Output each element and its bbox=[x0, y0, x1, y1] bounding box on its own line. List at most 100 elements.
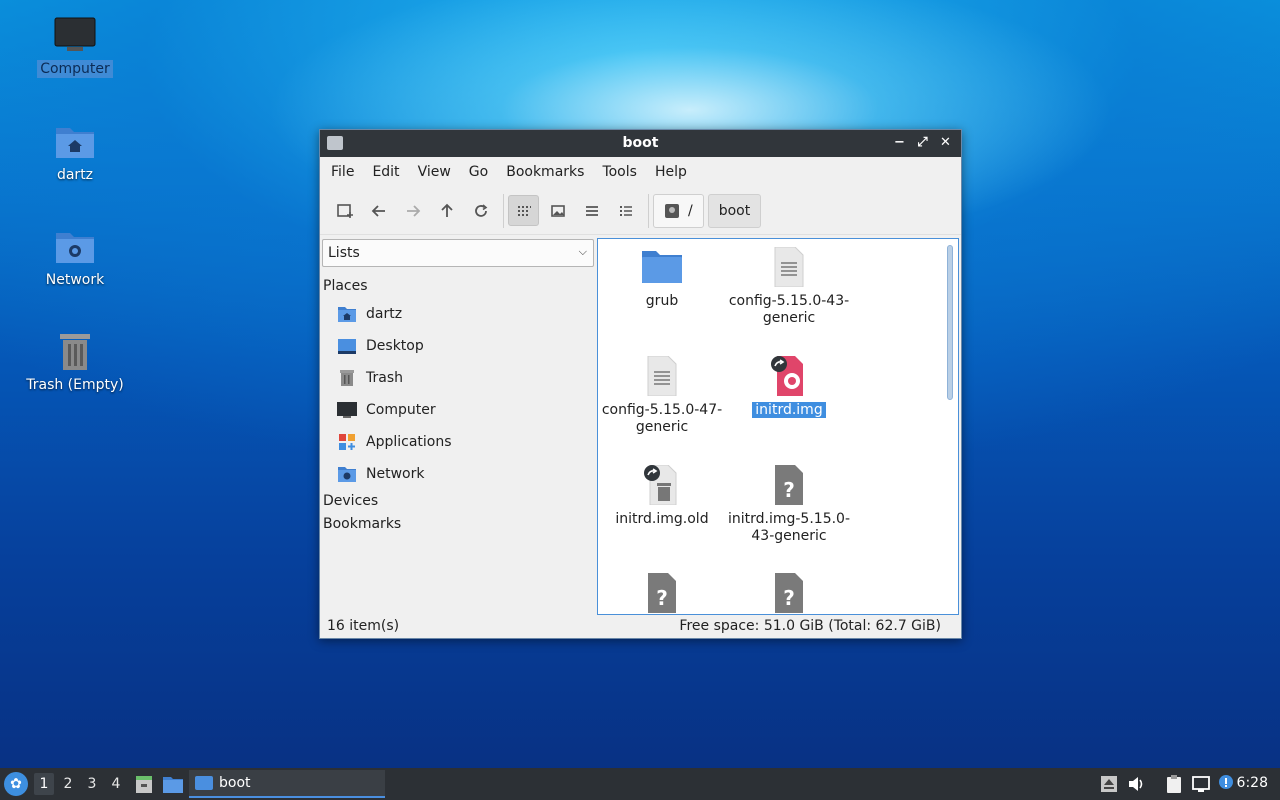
sidebar-item-label: dartz bbox=[366, 306, 403, 322]
bookmarks-header[interactable]: Bookmarks bbox=[323, 516, 401, 532]
sidebar-item-network[interactable]: Network bbox=[337, 462, 424, 486]
file-item-config-47[interactable]: config-5.15.0-47- generic bbox=[600, 356, 724, 436]
sidebar-item-label: Network bbox=[366, 466, 425, 482]
image-icon bbox=[550, 204, 565, 217]
back-button[interactable] bbox=[363, 195, 394, 226]
notification-icon[interactable] bbox=[1216, 774, 1236, 794]
menu-bar: File Edit View Go Bookmarks Tools Help bbox=[320, 157, 961, 187]
up-button[interactable] bbox=[431, 195, 462, 226]
devices-header[interactable]: Devices bbox=[323, 493, 378, 509]
vertical-scrollbar[interactable] bbox=[944, 242, 956, 610]
file-icon-view[interactable]: grub config-5.15.0-43- generic config-5.… bbox=[597, 238, 959, 615]
side-pane-mode-select[interactable]: Lists ⌵ bbox=[322, 239, 594, 267]
icon-view-button[interactable] bbox=[508, 195, 539, 226]
menu-edit[interactable]: Edit bbox=[365, 164, 406, 180]
folder-launcher-icon[interactable] bbox=[162, 774, 184, 794]
file-item-initrd-img-43[interactable]: ? initrd.img-5.15.0- 43-generic bbox=[727, 465, 851, 545]
file-item-partial[interactable]: ? bbox=[727, 573, 851, 614]
svg-text:?: ? bbox=[783, 478, 795, 502]
drive-icon bbox=[665, 203, 679, 218]
text-file-icon bbox=[774, 247, 804, 287]
desktop-icon-dartz[interactable]: dartz bbox=[20, 122, 130, 184]
file-item-grub[interactable]: grub bbox=[600, 247, 724, 310]
scrollbar-thumb[interactable] bbox=[947, 245, 953, 400]
thumbnail-view-button[interactable] bbox=[542, 195, 573, 226]
sidebar-item-label: Desktop bbox=[366, 338, 424, 354]
toolbar-separator bbox=[648, 193, 649, 228]
file-item-initrd-img-old[interactable]: initrd.img.old bbox=[600, 465, 724, 528]
desktop-icon-label: Computer bbox=[37, 60, 113, 78]
desktop-folder-icon bbox=[338, 339, 356, 354]
toolbar-separator bbox=[503, 193, 504, 228]
trash-icon bbox=[60, 334, 90, 370]
file-item-partial[interactable]: ? bbox=[600, 573, 724, 614]
desktop-icon-network[interactable]: Network bbox=[20, 227, 130, 289]
clipboard-icon[interactable] bbox=[1164, 774, 1184, 794]
sidebar-item-dartz[interactable]: dartz bbox=[337, 302, 402, 326]
detailed-view-button[interactable] bbox=[610, 195, 641, 226]
close-button[interactable]: ✕ bbox=[936, 133, 955, 152]
workspace-1[interactable]: 1 bbox=[34, 773, 54, 795]
compact-view-button[interactable] bbox=[576, 195, 607, 226]
workspace-4[interactable]: 4 bbox=[106, 773, 126, 795]
applications-icon bbox=[339, 434, 355, 450]
new-tab-button[interactable] bbox=[329, 195, 360, 226]
arrow-left-icon bbox=[371, 204, 385, 217]
taskbar-task-boot[interactable]: boot bbox=[189, 770, 385, 798]
menu-view[interactable]: View bbox=[411, 164, 458, 180]
trash-icon bbox=[340, 370, 354, 386]
sidebar-item-computer[interactable]: Computer bbox=[337, 398, 436, 422]
places-header[interactable]: Places bbox=[323, 278, 368, 294]
network-connection-icon[interactable] bbox=[1191, 774, 1211, 794]
trash-file-symlink-icon bbox=[644, 465, 677, 505]
path-root-button[interactable]: / bbox=[653, 193, 704, 228]
computer-icon bbox=[54, 17, 96, 51]
arrow-right-icon bbox=[406, 204, 420, 217]
menu-tools[interactable]: Tools bbox=[595, 164, 644, 180]
path-current-label: boot bbox=[718, 202, 751, 219]
file-item-initrd-img[interactable]: initrd.img bbox=[727, 356, 851, 419]
workspace-2[interactable]: 2 bbox=[58, 773, 78, 795]
reload-button[interactable] bbox=[465, 195, 496, 226]
file-name: grub bbox=[645, 293, 679, 309]
svg-text:?: ? bbox=[783, 586, 795, 610]
side-pane: Lists ⌵ Places dartz Desktop Trash Compu… bbox=[320, 236, 596, 616]
unknown-file-icon: ? bbox=[775, 573, 803, 613]
taskbar-task-label: boot bbox=[219, 775, 251, 791]
item-count: 16 item(s) bbox=[327, 618, 400, 634]
chevron-down-icon: ⌵ bbox=[578, 245, 587, 258]
minimize-button[interactable]: − bbox=[890, 133, 909, 152]
start-menu-button[interactable]: ✿ bbox=[4, 772, 28, 796]
text-file-icon bbox=[647, 356, 677, 396]
sidebar-item-desktop[interactable]: Desktop bbox=[337, 334, 424, 358]
file-archive-launcher-icon[interactable] bbox=[134, 773, 154, 795]
menu-file[interactable]: File bbox=[324, 164, 361, 180]
path-current-button[interactable]: boot bbox=[707, 193, 762, 228]
menu-bookmarks[interactable]: Bookmarks bbox=[499, 164, 591, 180]
sidebar-item-trash[interactable]: Trash bbox=[337, 366, 403, 390]
clock[interactable]: 6:28 bbox=[1237, 775, 1268, 791]
maximize-button[interactable]: ⤢ bbox=[913, 133, 932, 152]
unknown-file-icon: ? bbox=[775, 465, 803, 505]
path-root-label: / bbox=[688, 202, 693, 219]
desktop-icon-computer[interactable]: Computer bbox=[20, 16, 130, 78]
menu-help[interactable]: Help bbox=[648, 164, 694, 180]
sidebar-item-label: Trash bbox=[366, 370, 403, 386]
volume-icon[interactable] bbox=[1126, 774, 1146, 794]
file-item-config-43[interactable]: config-5.15.0-43- generic bbox=[727, 247, 851, 327]
network-folder-icon bbox=[338, 467, 356, 482]
home-folder-icon bbox=[56, 128, 94, 158]
taskbar: ✿ 1 2 3 4 boot 6:28 bbox=[0, 768, 1280, 800]
menu-go[interactable]: Go bbox=[462, 164, 495, 180]
eject-icon[interactable] bbox=[1099, 774, 1119, 794]
toolbar: / boot bbox=[320, 187, 961, 235]
window-titlebar[interactable]: boot − ⤢ ✕ bbox=[320, 130, 961, 157]
file-name: initrd.img bbox=[752, 402, 826, 418]
forward-button[interactable] bbox=[397, 195, 428, 226]
desktop-icon-label: Network bbox=[45, 272, 105, 288]
desktop-icon-trash[interactable]: Trash (Empty) bbox=[20, 332, 130, 394]
sidebar-item-applications[interactable]: Applications bbox=[337, 430, 452, 454]
workspace-3[interactable]: 3 bbox=[82, 773, 102, 795]
status-bar: 16 item(s) Free space: 51.0 GiB (Total: … bbox=[320, 614, 961, 638]
file-manager-window: boot − ⤢ ✕ File Edit View Go Bookmarks T… bbox=[319, 129, 962, 639]
